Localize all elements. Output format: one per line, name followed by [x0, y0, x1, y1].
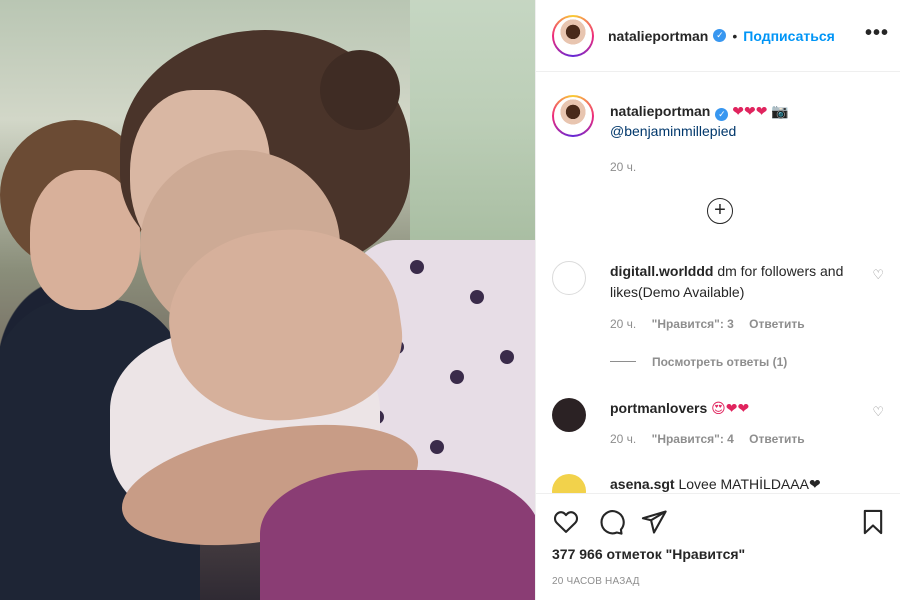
- like-heart-icon[interactable]: [552, 508, 580, 536]
- reply-button[interactable]: Ответить: [749, 432, 804, 446]
- caption-username[interactable]: natalieportman: [610, 103, 710, 119]
- comment-avatar[interactable]: [552, 261, 586, 295]
- comment-time: 20 ч.: [610, 432, 637, 446]
- caption-avatar[interactable]: [552, 95, 594, 137]
- replies-divider: [610, 361, 636, 362]
- photo-window: [410, 0, 535, 260]
- load-more-comments-icon[interactable]: +: [707, 198, 733, 224]
- comment-bubble-icon[interactable]: [597, 508, 625, 536]
- post-actions: 377 966 отметок "Нравится" 20 ЧАСОВ НАЗА…: [536, 493, 900, 600]
- comment-meta: 20 ч. "Нравится": 3 Ответить: [610, 317, 817, 331]
- comments-area[interactable]: natalieportman ✓ ❤❤❤ 📷 @benjaminmillepied…: [536, 73, 900, 493]
- post-photo[interactable]: [0, 0, 535, 600]
- comment-username[interactable]: digitall.worlddd: [610, 263, 713, 279]
- like-count[interactable]: 377 966 отметок "Нравится": [552, 546, 745, 562]
- comment-text: 😍❤❤: [711, 400, 750, 416]
- caption-mention-link[interactable]: @benjaminmillepied: [610, 123, 736, 139]
- like-comment-heart-icon[interactable]: ♡: [872, 267, 884, 283]
- photo-hair-bun: [320, 50, 400, 130]
- post-header: natalieportman ✓ • Подписаться •••: [536, 0, 900, 72]
- separator-dot: •: [732, 27, 738, 44]
- caption-hearts: ❤❤❤: [732, 103, 768, 119]
- post-timestamp[interactable]: 20 ЧАСОВ НАЗАД: [552, 576, 640, 587]
- comment-avatar[interactable]: [552, 398, 586, 432]
- author-username[interactable]: natalieportman: [608, 28, 708, 44]
- comment-likes[interactable]: "Нравится": 3: [652, 317, 734, 331]
- comment-username[interactable]: portmanlovers: [610, 400, 707, 416]
- comment-text: Lovee MATHİLDAAA❤: [678, 476, 821, 492]
- share-paper-plane-icon[interactable]: [640, 508, 668, 536]
- verified-badge-icon: ✓: [715, 108, 729, 121]
- follow-button[interactable]: Подписаться: [743, 28, 835, 44]
- like-comment-heart-icon[interactable]: ♡: [872, 404, 884, 420]
- more-options-icon[interactable]: •••: [865, 22, 889, 45]
- caption-time: 20 ч.: [610, 160, 637, 174]
- photo-skirt: [260, 470, 535, 600]
- comment-likes[interactable]: "Нравится": 4: [652, 432, 734, 446]
- save-bookmark-icon[interactable]: [859, 508, 887, 536]
- view-replies-button[interactable]: Посмотреть ответы (1): [610, 355, 787, 369]
- camera-icon: 📷: [771, 103, 789, 119]
- comment-time: 20 ч.: [610, 317, 637, 331]
- comment-avatar[interactable]: [552, 474, 586, 493]
- post-side-panel: natalieportman ✓ • Подписаться ••• natal…: [535, 0, 900, 600]
- comment-meta: 20 ч. "Нравится": 4 Ответить: [610, 432, 817, 446]
- comment-username[interactable]: asena.sgt: [610, 476, 675, 492]
- reply-button[interactable]: Ответить: [749, 317, 804, 331]
- author-avatar[interactable]: [552, 14, 594, 57]
- view-replies-label[interactable]: Посмотреть ответы (1): [652, 355, 787, 369]
- verified-badge-icon: ✓: [713, 29, 727, 42]
